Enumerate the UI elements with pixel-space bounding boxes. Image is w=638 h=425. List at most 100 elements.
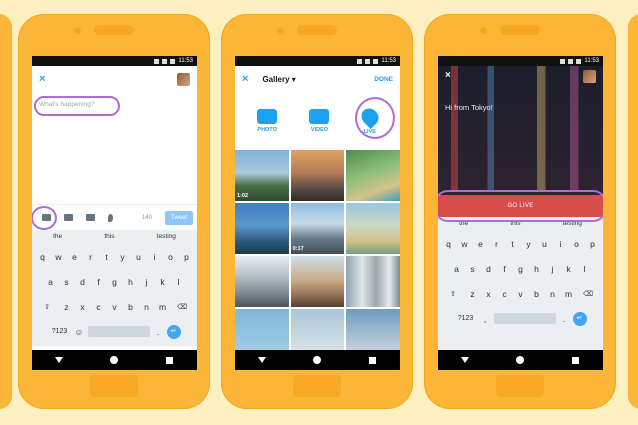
- key-e[interactable]: e: [473, 239, 488, 249]
- enter-key-icon[interactable]: ↵: [166, 324, 181, 339]
- key-period[interactable]: .: [151, 327, 166, 337]
- key-h[interactable]: h: [529, 264, 544, 274]
- space-key[interactable]: [493, 313, 556, 324]
- nav-recent-icon[interactable]: [166, 356, 173, 364]
- key-d[interactable]: d: [75, 277, 90, 287]
- key-j[interactable]: j: [545, 264, 560, 274]
- nav-recent-icon[interactable]: [369, 356, 376, 364]
- nav-back-icon[interactable]: [258, 357, 266, 363]
- avatar[interactable]: [583, 70, 596, 83]
- backspace-key-icon[interactable]: ⌫: [577, 290, 599, 298]
- key-num[interactable]: ?123: [49, 328, 71, 335]
- gallery-thumbnail[interactable]: [235, 203, 289, 254]
- key-x[interactable]: x: [75, 302, 90, 312]
- key-x[interactable]: x: [481, 289, 496, 299]
- close-icon[interactable]: ×: [39, 73, 45, 85]
- gallery-thumbnail[interactable]: [346, 256, 400, 307]
- key-q[interactable]: q: [35, 252, 50, 262]
- key-t[interactable]: t: [505, 239, 520, 249]
- close-icon[interactable]: ×: [242, 73, 248, 85]
- key-w[interactable]: w: [51, 252, 66, 262]
- gallery-thumbnail[interactable]: [235, 256, 289, 307]
- key-r[interactable]: r: [489, 239, 504, 249]
- shift-key-icon[interactable]: ⇧: [442, 290, 464, 298]
- nav-back-icon[interactable]: [55, 357, 63, 363]
- key-y[interactable]: y: [521, 239, 536, 249]
- key-b[interactable]: b: [123, 302, 138, 312]
- backspace-key-icon[interactable]: ⌫: [171, 303, 193, 311]
- key-b[interactable]: b: [529, 289, 544, 299]
- nav-home-icon[interactable]: [516, 356, 524, 364]
- key-m[interactable]: m: [561, 289, 576, 299]
- poll-icon[interactable]: [86, 214, 95, 221]
- key-c[interactable]: c: [497, 289, 512, 299]
- key-comma[interactable]: ,: [478, 314, 493, 324]
- key-r[interactable]: r: [83, 252, 98, 262]
- key-e[interactable]: e: [67, 252, 82, 262]
- key-i[interactable]: i: [147, 252, 162, 262]
- key-z[interactable]: z: [59, 302, 74, 312]
- key-l[interactable]: l: [171, 277, 186, 287]
- key-p[interactable]: p: [179, 252, 194, 262]
- key-k[interactable]: k: [561, 264, 576, 274]
- key-s[interactable]: s: [465, 264, 480, 274]
- key-period[interactable]: .: [557, 314, 572, 324]
- key-u[interactable]: u: [537, 239, 552, 249]
- gif-icon[interactable]: [64, 214, 73, 221]
- key-o[interactable]: o: [569, 239, 584, 249]
- key-u[interactable]: u: [131, 252, 146, 262]
- key-n[interactable]: n: [139, 302, 154, 312]
- key-a[interactable]: a: [43, 277, 58, 287]
- key-f[interactable]: f: [91, 277, 106, 287]
- nav-recent-icon[interactable]: [572, 356, 579, 364]
- location-icon[interactable]: [108, 213, 113, 222]
- mode-video[interactable]: VIDEO: [309, 109, 330, 133]
- key-num[interactable]: ?123: [455, 315, 477, 322]
- key-h[interactable]: h: [123, 277, 138, 287]
- suggestion-the[interactable]: the: [53, 233, 62, 240]
- key-m[interactable]: m: [155, 302, 170, 312]
- key-g[interactable]: g: [107, 277, 122, 287]
- done-button[interactable]: DONE: [374, 76, 393, 83]
- emoji-key-icon[interactable]: ☺: [72, 327, 87, 337]
- key-t[interactable]: t: [99, 252, 114, 262]
- gallery-thumbnail[interactable]: [290, 256, 345, 307]
- key-o[interactable]: o: [163, 252, 178, 262]
- shift-key-icon[interactable]: ⇧: [36, 303, 58, 311]
- key-y[interactable]: y: [115, 252, 130, 262]
- gallery-dropdown[interactable]: Gallery ▾: [262, 75, 295, 84]
- key-j[interactable]: j: [139, 277, 154, 287]
- key-k[interactable]: k: [155, 277, 170, 287]
- key-v[interactable]: v: [513, 289, 528, 299]
- key-c[interactable]: c: [91, 302, 106, 312]
- close-icon[interactable]: ×: [445, 70, 451, 81]
- tweet-button[interactable]: Tweet: [164, 210, 193, 225]
- key-p[interactable]: p: [585, 239, 600, 249]
- tweet-compose-area[interactable]: What's happening?: [32, 92, 197, 204]
- key-a[interactable]: a: [449, 264, 464, 274]
- gallery-thumbnail[interactable]: 0:17: [290, 203, 345, 254]
- key-n[interactable]: n: [545, 289, 560, 299]
- gallery-thumbnail[interactable]: [346, 150, 400, 201]
- key-d[interactable]: d: [481, 264, 496, 274]
- key-f[interactable]: f: [497, 264, 512, 274]
- avatar[interactable]: [177, 72, 190, 86]
- gallery-thumbnail[interactable]: [290, 150, 345, 201]
- key-w[interactable]: w: [457, 239, 472, 249]
- broadcast-caption[interactable]: Hi from Tokyo!: [445, 103, 493, 112]
- key-v[interactable]: v: [107, 302, 122, 312]
- key-l[interactable]: l: [577, 264, 592, 274]
- nav-home-icon[interactable]: [313, 356, 321, 364]
- nav-back-icon[interactable]: [461, 357, 469, 363]
- space-key[interactable]: [87, 326, 150, 337]
- suggestion-this[interactable]: this: [104, 233, 114, 240]
- mode-photo[interactable]: PHOTO: [257, 109, 278, 133]
- key-i[interactable]: i: [553, 239, 568, 249]
- nav-home-icon[interactable]: [110, 356, 118, 364]
- key-g[interactable]: g: [513, 264, 528, 274]
- key-q[interactable]: q: [441, 239, 456, 249]
- suggestion-testing[interactable]: testing: [157, 233, 176, 240]
- gallery-thumbnail[interactable]: [346, 203, 400, 254]
- gallery-thumbnail[interactable]: 1:02: [235, 150, 289, 201]
- enter-key-icon[interactable]: ↵: [572, 311, 587, 326]
